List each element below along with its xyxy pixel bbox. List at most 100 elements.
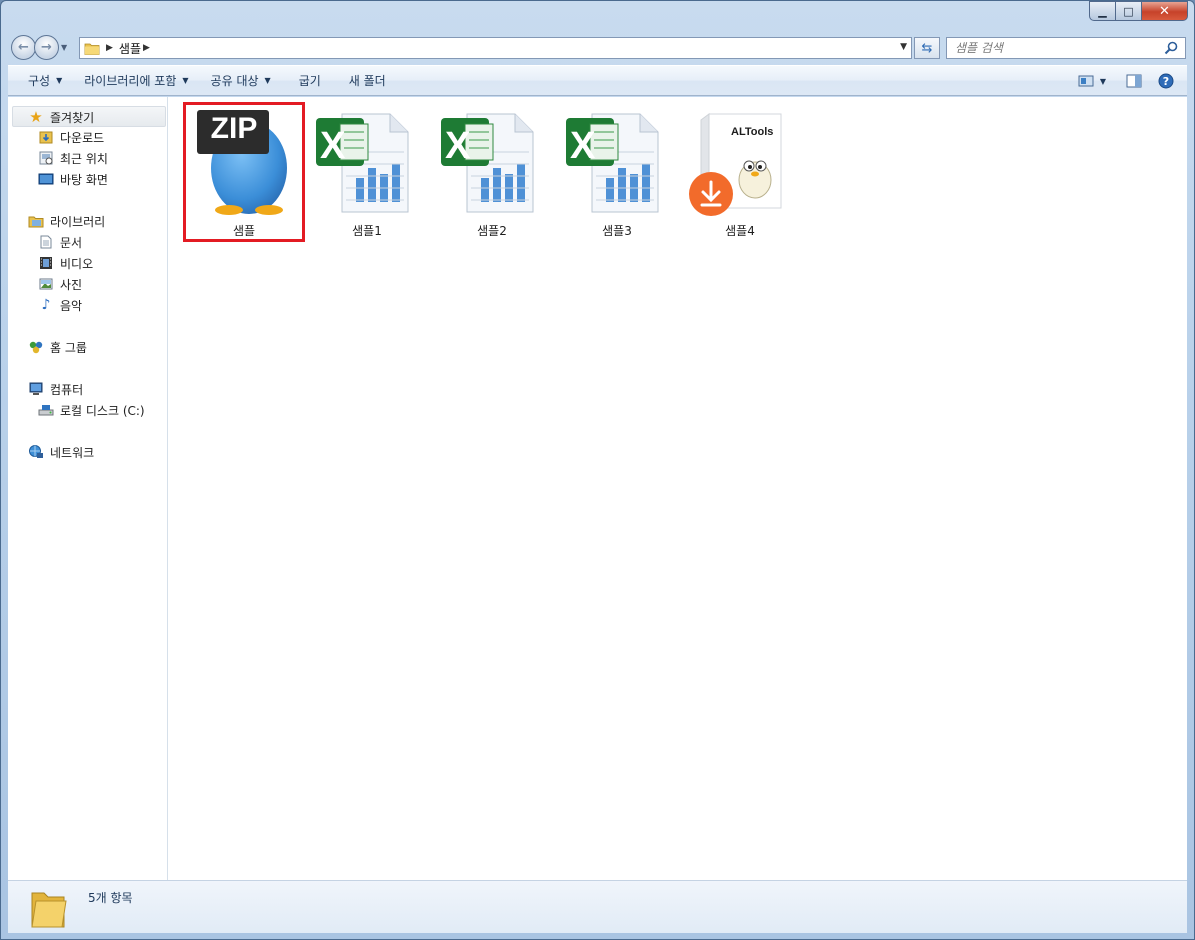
document-icon: [38, 234, 54, 250]
film-icon: [38, 255, 54, 271]
item-count: 5개 항목: [88, 891, 133, 905]
minimize-button[interactable]: ▁: [1089, 1, 1116, 21]
preview-pane-icon: [1126, 74, 1142, 88]
help-glyph: ?: [1162, 74, 1170, 88]
back-button[interactable]: ←: [11, 35, 36, 60]
nav-item-label: 바탕 화면: [60, 172, 108, 187]
nav-network[interactable]: 네트워크: [28, 442, 94, 462]
command-bar: 구성 ▼ 라이브러리에 포함 ▼ 공유 대상 ▼ 굽기 새 폴더 ▼ ?: [8, 65, 1187, 96]
back-arrow-icon: ←: [18, 40, 29, 55]
dropdown-arrow-icon: ▼: [182, 76, 189, 85]
file-item-excel-2[interactable]: X 샘플2: [433, 104, 551, 240]
file-item-excel-3[interactable]: X 샘플3: [558, 104, 676, 240]
nav-libraries[interactable]: 라이브러리: [28, 211, 105, 231]
file-name[interactable]: 샘플1: [308, 222, 426, 239]
maximize-button[interactable]: □: [1116, 1, 1142, 21]
file-item-zip[interactable]: ZIP 샘플: [183, 102, 305, 242]
burn-label: 굽기: [298, 74, 321, 88]
nav-homegroup[interactable]: 홈 그룹: [28, 337, 87, 357]
hard-drive-icon: [38, 402, 54, 418]
nav-item-label: 사진: [60, 277, 83, 292]
explorer-window: ▁ □ ✕ ← → ▼ ▶ 샘플 ▶ ▼ ⇆ 샘플 검색 구성 ▼ 라이브러리에…: [0, 0, 1195, 940]
excel-icon: X: [566, 113, 659, 213]
address-dropdown-icon[interactable]: ▼: [900, 42, 907, 52]
search-icon[interactable]: [1163, 40, 1179, 56]
address-bar[interactable]: ▶ 샘플 ▶ ▼: [79, 37, 912, 59]
zip-badge-text: ZIP: [210, 112, 258, 145]
search-box[interactable]: [946, 37, 1186, 59]
help-button[interactable]: ?: [1157, 72, 1175, 90]
star-icon: ★: [29, 108, 43, 126]
breadcrumb-separator-icon[interactable]: ▶: [106, 43, 113, 53]
downloads-folder-icon: [38, 129, 54, 145]
file-item-installer[interactable]: ALTools 샘플4: [681, 104, 799, 240]
search-input[interactable]: [955, 41, 1155, 55]
file-name[interactable]: 샘플3: [558, 222, 676, 239]
nav-favorites[interactable]: ★ 즐겨찾기: [28, 107, 94, 127]
close-button[interactable]: ✕: [1142, 1, 1188, 21]
excel-icon: X: [316, 113, 409, 213]
organize-label: 구성: [28, 74, 51, 88]
view-dropdown-icon: ▼: [1099, 76, 1107, 86]
navigation-buttons: ← → ▼: [11, 35, 67, 60]
libraries-icon: [28, 213, 44, 229]
nav-item-label: 최근 위치: [60, 151, 108, 166]
nav-item-label: 문서: [60, 235, 83, 250]
file-name[interactable]: 샘플4: [681, 222, 799, 239]
forward-button[interactable]: →: [34, 35, 59, 60]
file-name[interactable]: 샘플2: [433, 222, 551, 239]
file-name[interactable]: 샘플: [185, 222, 303, 239]
dropdown-arrow-icon: ▼: [264, 76, 271, 85]
file-list-pane[interactable]: ZIP 샘플 X 샘플1 X 샘플2 X 샘플3 ALTools 샘플4: [168, 97, 1187, 880]
nav-computer[interactable]: 컴퓨터: [28, 379, 83, 399]
share-with-menu[interactable]: 공유 대상 ▼: [201, 66, 281, 95]
forward-arrow-icon: →: [41, 40, 52, 55]
details-pane: 5개 항목: [8, 880, 1187, 933]
share-with-label: 공유 대상: [210, 74, 259, 88]
new-folder-button[interactable]: 새 폴더: [339, 66, 396, 95]
window-controls: ▁ □ ✕: [1089, 1, 1188, 21]
nav-item-local-disk[interactable]: 로컬 디스크 (C:): [38, 400, 145, 420]
computer-icon: [28, 381, 44, 397]
recent-pages-dropdown-icon[interactable]: ▼: [61, 43, 67, 52]
nav-item-music[interactable]: ♪ 음악: [38, 295, 83, 315]
breadcrumb-chevron-icon[interactable]: ▶: [143, 43, 150, 53]
nav-item-label: 로컬 디스크 (C:): [60, 403, 145, 418]
nav-favorites-label: 즐겨찾기: [50, 110, 95, 125]
breadcrumb-current[interactable]: 샘플: [119, 40, 141, 57]
new-folder-label: 새 폴더: [348, 74, 386, 88]
folder-icon: [31, 892, 67, 928]
include-in-library-label: 라이브러리에 포함: [84, 74, 177, 88]
change-view-button[interactable]: ▼: [1073, 72, 1111, 90]
desktop-icon: [38, 171, 54, 187]
view-controls: ▼ ?: [1073, 72, 1175, 90]
view-icon: [1078, 75, 1094, 87]
altools-installer-icon: [689, 113, 782, 216]
nav-item-recent-places[interactable]: 최근 위치: [38, 148, 108, 168]
include-in-library-menu[interactable]: 라이브러리에 포함 ▼: [74, 66, 198, 95]
burn-button[interactable]: 굽기: [289, 66, 331, 95]
preview-pane-button[interactable]: [1125, 72, 1143, 90]
folder-icon: [84, 43, 100, 55]
organize-menu[interactable]: 구성 ▼: [8, 66, 72, 95]
nav-item-label: 비디오: [60, 256, 94, 271]
network-icon: [28, 444, 44, 460]
svg-text:X: X: [320, 125, 346, 167]
nav-item-videos[interactable]: 비디오: [38, 253, 93, 273]
nav-network-label: 네트워크: [50, 445, 95, 460]
refresh-button[interactable]: ⇆: [914, 37, 940, 59]
excel-icon: X: [441, 113, 534, 213]
nav-item-pictures[interactable]: 사진: [38, 274, 82, 294]
navigation-pane[interactable]: ★ 즐겨찾기 다운로드 최근 위치 바탕 화면 라이브러리 문서 비디오 사진 …: [8, 97, 168, 880]
nav-item-documents[interactable]: 문서: [38, 232, 82, 252]
file-item-excel-1[interactable]: X 샘플1: [308, 104, 426, 240]
dropdown-arrow-icon: ▼: [56, 76, 63, 85]
nav-item-downloads[interactable]: 다운로드: [38, 127, 104, 147]
nav-item-desktop[interactable]: 바탕 화면: [38, 169, 108, 189]
refresh-icon: ⇆: [921, 40, 933, 56]
nav-homegroup-label: 홈 그룹: [50, 340, 87, 355]
svg-text:X: X: [445, 125, 471, 167]
title-bar[interactable]: ▁ □ ✕: [1, 1, 1194, 31]
nav-computer-label: 컴퓨터: [50, 382, 84, 397]
music-note-icon: ♪: [41, 297, 51, 313]
